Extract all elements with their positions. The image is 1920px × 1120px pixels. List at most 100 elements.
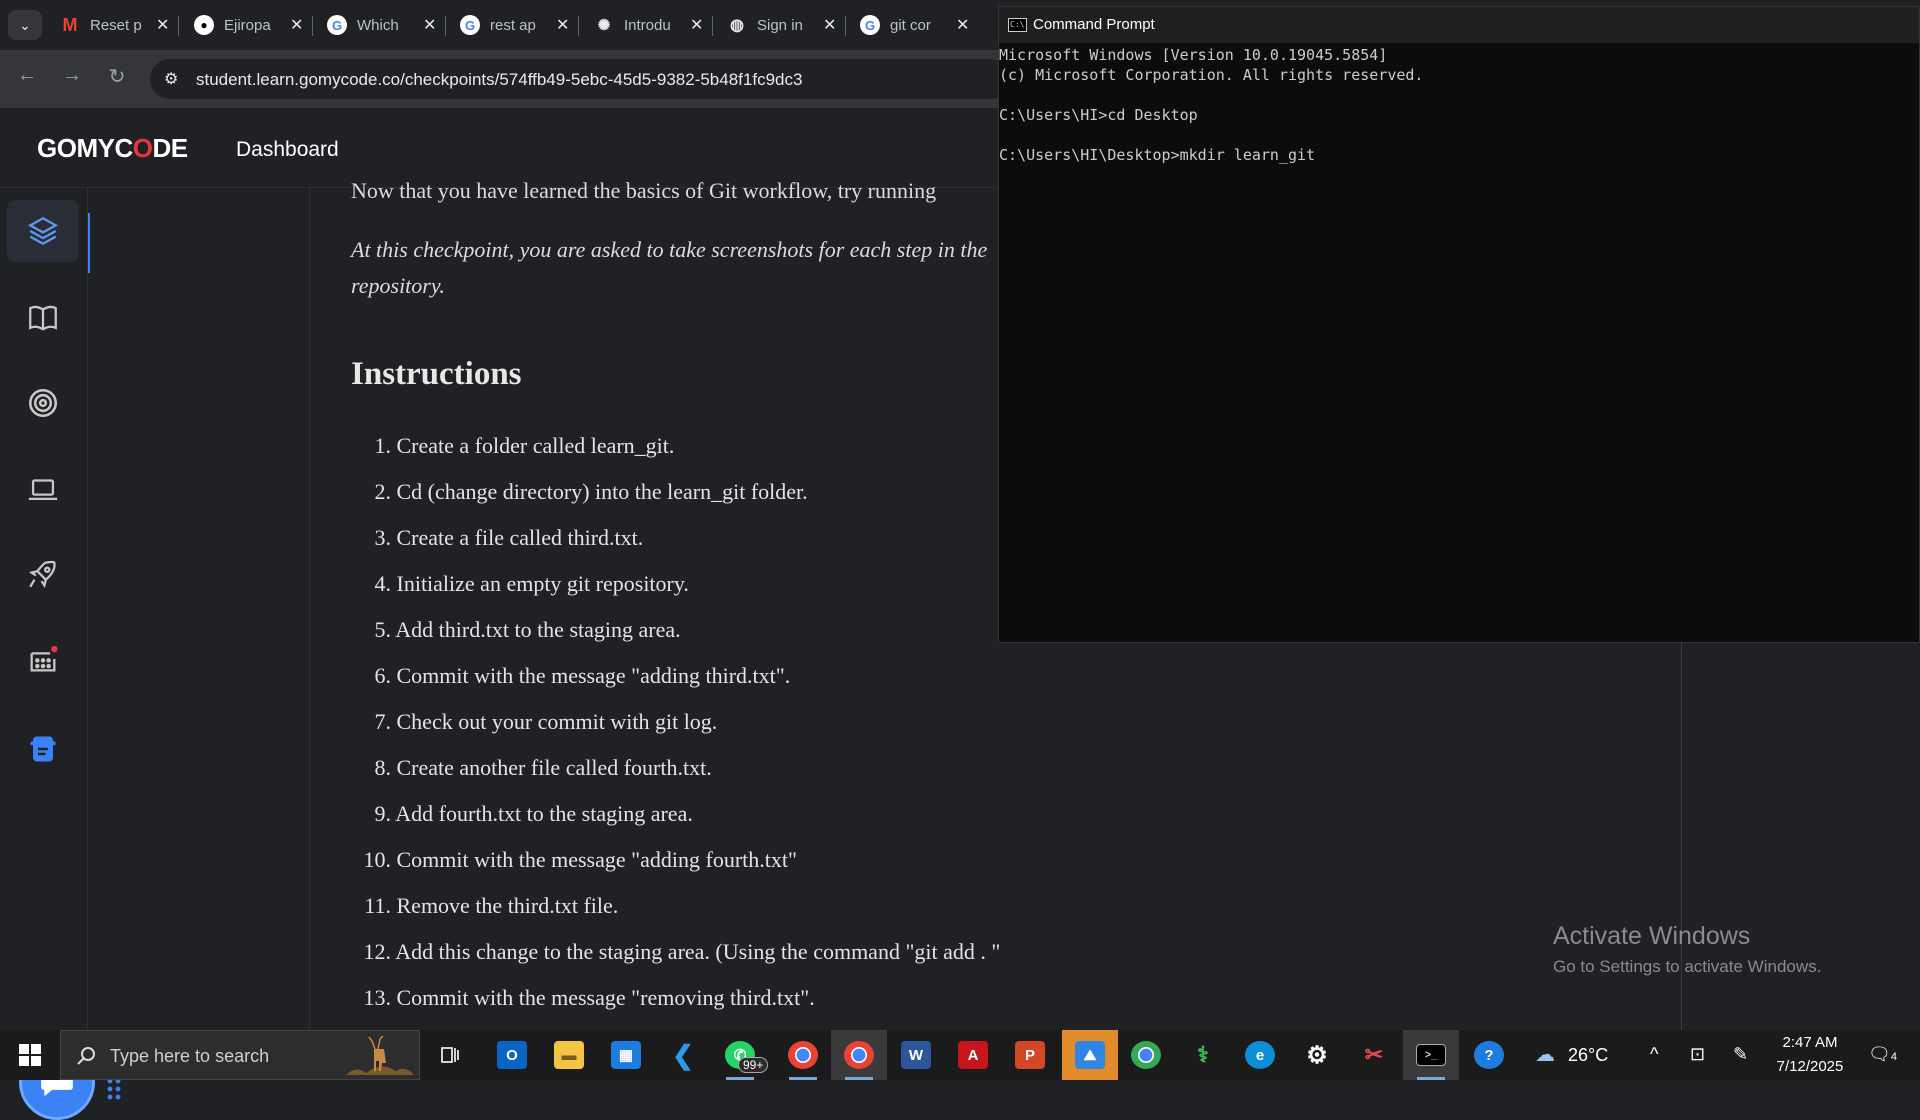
help-icon[interactable]: ?	[1461, 1030, 1517, 1080]
url-text[interactable]: student.learn.gomycode.co/checkpoints/57…	[196, 70, 802, 90]
chrome-alt-icon[interactable]	[1118, 1030, 1174, 1080]
clock-time[interactable]: 2:47 AM	[1770, 1034, 1850, 1051]
outlook-icon[interactable]: O	[484, 1030, 540, 1080]
windows-taskbar: Type here to search O ▬ ▦ ❮ ✆ W A P ⛰ ⚕ …	[0, 1030, 1920, 1080]
microsoft-store-icon[interactable]: ▦	[598, 1030, 654, 1080]
back-icon[interactable]: ←	[12, 64, 42, 87]
sidebar-rail	[0, 188, 88, 1030]
site-info-icon[interactable]: ⚙	[164, 69, 178, 89]
site-header: GOMYCODE Dashboard	[0, 108, 1000, 188]
nav-dashboard-link[interactable]: Dashboard	[236, 138, 339, 162]
watermark-subtitle: Go to Settings to activate Windows.	[1553, 957, 1822, 976]
tab-title: Reset p	[90, 16, 142, 34]
forward-icon[interactable]: →	[57, 64, 87, 87]
cmd-icon: C:\	[1008, 18, 1027, 32]
tab-search-dropdown[interactable]: ⌄	[8, 10, 42, 40]
list-item: 12. Add this change to the staging area.…	[363, 939, 1001, 964]
command-prompt-window[interactable]: C:\ Command Prompt Microsoft Windows [Ve…	[998, 6, 1920, 643]
whatsapp-badge: 99+	[738, 1057, 769, 1073]
list-item: 11. Remove the third.txt file.	[364, 893, 619, 918]
file-explorer-icon[interactable]: ▬	[541, 1030, 597, 1080]
tab-gmail[interactable]: M Reset p ✕	[60, 8, 170, 42]
calendar-icon[interactable]	[7, 628, 79, 690]
taskbar-search-box[interactable]: Type here to search	[60, 1030, 420, 1080]
sidebar-subpanel	[88, 188, 310, 1030]
temperature: 26°C	[1568, 1045, 1609, 1065]
close-tab-icon[interactable]: ✕	[290, 15, 303, 35]
list-item: 1. Create a folder called learn_git.	[374, 433, 675, 458]
windows-start-icon[interactable]	[0, 1030, 60, 1080]
rocket-icon[interactable]	[7, 543, 79, 605]
list-item: 4. Initialize an empty git repository.	[374, 571, 689, 596]
list-item: 3. Create a file called third.txt.	[374, 525, 644, 550]
instructions-list: 1. Create a folder called learn_git. 2. …	[351, 433, 1001, 1031]
list-item: 10. Commit with the message "adding four…	[363, 847, 797, 872]
tab-github[interactable]: ● Ejiropa ✕	[194, 8, 303, 42]
list-item: 5. Add third.txt to the staging area.	[374, 617, 681, 642]
snipping-tool-icon[interactable]: ✂	[1346, 1030, 1402, 1080]
acrobat-icon[interactable]: A	[945, 1030, 1001, 1080]
notification-count: 4	[1890, 1051, 1897, 1063]
blue-document-icon[interactable]	[7, 718, 79, 780]
powerpoint-icon[interactable]: P	[1002, 1030, 1058, 1080]
close-tab-icon[interactable]: ✕	[556, 15, 569, 35]
weather-widget[interactable]: ☁ 26°C	[1535, 1042, 1608, 1067]
active-indicator	[88, 213, 90, 273]
photos-icon[interactable]: ⛰	[1062, 1030, 1118, 1080]
cmd-output[interactable]: Microsoft Windows [Version 10.0.19045.58…	[999, 45, 1423, 165]
tab-sign-in[interactable]: ◍ Sign in ✕	[727, 8, 836, 42]
close-tab-icon[interactable]: ✕	[156, 15, 169, 35]
google-icon: G	[460, 15, 480, 35]
tab-title: Sign in	[757, 16, 803, 34]
tab-openai[interactable]: ✺ Introdu ✕	[594, 8, 704, 42]
globe-icon: ◍	[730, 17, 744, 34]
tab-title: git cor	[890, 16, 931, 34]
tab-title: Introdu	[624, 16, 671, 34]
activate-windows-watermark: Activate Windows Go to Settings to activ…	[1553, 922, 1821, 977]
close-tab-icon[interactable]: ✕	[956, 15, 969, 35]
close-tab-icon[interactable]: ✕	[823, 15, 836, 35]
list-item: 8. Create another file called fourth.txt…	[374, 755, 712, 780]
close-tab-icon[interactable]: ✕	[690, 15, 703, 35]
task-view-icon[interactable]	[422, 1030, 478, 1080]
command-prompt-taskbar-icon[interactable]: >_	[1403, 1030, 1459, 1080]
cloudy-night-icon: ☁	[1535, 1044, 1555, 1066]
chrome-icon[interactable]	[775, 1030, 831, 1080]
battery-sync-icon[interactable]: ⊡	[1690, 1044, 1705, 1065]
settings-gear-icon[interactable]: ⚙	[1289, 1030, 1345, 1080]
tab-title: rest ap	[490, 16, 536, 34]
intro-italic-paragraph: At this checkpoint, you are asked to tak…	[351, 237, 988, 298]
notification-icon[interactable]: 🗨4	[1868, 1044, 1897, 1065]
address-bar[interactable]: ⚙ student.learn.gomycode.co/checkpoints/…	[150, 59, 1010, 99]
book-icon[interactable]	[7, 287, 79, 349]
list-item: 6. Commit with the message "adding third…	[374, 663, 791, 688]
word-icon[interactable]: W	[888, 1030, 944, 1080]
search-placeholder: Type here to search	[110, 1046, 270, 1066]
tab-google-git[interactable]: G git cor ✕	[860, 8, 969, 42]
reload-icon[interactable]: ↻	[102, 64, 132, 89]
instructions-heading: Instructions	[351, 356, 522, 392]
layers-icon[interactable]	[7, 200, 79, 262]
browser-toolbar: ← → ↻ ⚙ student.learn.gomycode.co/checkp…	[0, 50, 1010, 108]
cmd-title-bar[interactable]: C:\ Command Prompt	[999, 7, 1919, 43]
pen-icon[interactable]: ✎	[1733, 1044, 1748, 1065]
vscode-icon[interactable]: ❮	[655, 1030, 711, 1080]
tab-title: Which	[357, 16, 399, 34]
tab-google-which[interactable]: G Which ✕	[327, 8, 436, 42]
list-item: 7. Check out your commit with git log.	[374, 709, 718, 734]
target-icon[interactable]	[7, 372, 79, 434]
clock-date[interactable]: 7/12/2025	[1770, 1058, 1850, 1075]
git-tool-icon[interactable]: ⚕	[1175, 1030, 1231, 1080]
chevron-up-icon[interactable]: ^	[1650, 1044, 1658, 1065]
chrome-profile-icon[interactable]	[831, 1030, 887, 1080]
laptop-icon[interactable]	[7, 458, 79, 520]
close-tab-icon[interactable]: ✕	[423, 15, 436, 35]
gomycode-logo[interactable]: GOMYCODE	[37, 133, 188, 164]
list-item: 13. Commit with the message "removing th…	[363, 985, 815, 1010]
tab-google-rest[interactable]: G rest ap ✕	[460, 8, 569, 42]
google-icon: G	[860, 15, 880, 35]
gmail-icon: M	[62, 14, 78, 35]
cmd-title: Command Prompt	[1033, 16, 1155, 33]
list-item: 9. Add fourth.txt to the staging area.	[374, 801, 693, 826]
edge-icon[interactable]: e	[1232, 1030, 1288, 1080]
